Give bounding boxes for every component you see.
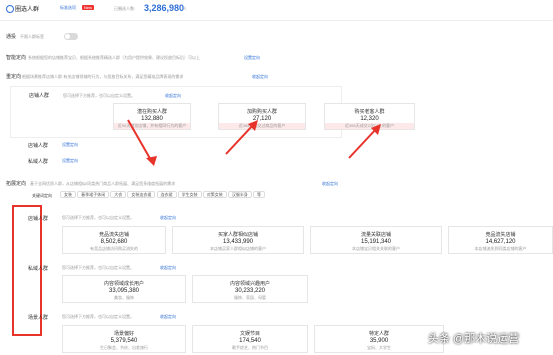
card-desc: 本店铺宝贝相关关联的客户: [352, 246, 400, 251]
card-value: 8,502,680: [100, 239, 128, 245]
smart-targeting-desc: 系统根据您的店铺推荐宝贝、根据系统推荐精选人群（为用户提供效果、建议投放目标后）…: [28, 55, 200, 60]
retargeting-desc: 根据场景推荐店铺人群·有关店铺领域的行为，与投放目标关系，满足您精准品牌表现的需…: [22, 74, 184, 79]
selected-count-value: 3,286,980: [144, 3, 185, 13]
card-desc: 生日聚会、节庆、出差旅行: [100, 345, 148, 350]
card-desc: 服饰、家居、母婴: [234, 295, 266, 300]
group-collapse-link[interactable]: 收起定向: [160, 314, 176, 320]
card-title: 购买老客人群: [354, 109, 385, 115]
card-desc: 本店铺流失到同类店铺的客户: [474, 246, 527, 251]
group-hint: 您可选择下方推荐，也可以自定义设置。: [62, 314, 134, 319]
keyword-tag[interactable]: 春季裙子休闲: [77, 191, 110, 198]
card-desc: 歌手综艺、热门节目: [232, 345, 268, 350]
crowd-card[interactable]: 特定人群 35,900 宝妈、大学生: [314, 325, 444, 353]
keyword-row: 关键词定向 女装 春季裙子休闲 大衣 女装连衣裙 连衣裙 学生女装 对策女装 汉…: [10, 190, 270, 202]
all-targeting-toggle[interactable]: [64, 33, 78, 40]
red-arrow-3: [348, 124, 381, 159]
keyword-tags: 女装 春季裙子休闲 大衣 女装连衣裙 连衣裙 学生女装 对策女装 汉服半身 等: [60, 191, 265, 198]
smart-targeting-link[interactable]: 设置定向: [244, 55, 260, 61]
group-label-private: 私域人群: [28, 266, 49, 272]
group-hint: 您可选择下方推荐，也可以自定义设置。: [62, 265, 134, 270]
card-value: 33,095,380: [108, 288, 140, 294]
crowd-card[interactable]: 文娱节目 174,540 歌手综艺、热门节目: [192, 325, 308, 353]
keyword-tag[interactable]: 等: [253, 191, 265, 198]
expand-targeting-label: 拓展定向: [6, 181, 27, 187]
group-collapse-link[interactable]: 收起定向: [160, 215, 176, 221]
keyword-tag[interactable]: 连衣裙: [156, 191, 177, 198]
red-arrow-1: [127, 119, 157, 166]
red-arrow-2: [225, 120, 258, 155]
standard-options-link[interactable]: 标准选项: [60, 5, 76, 11]
card-value: 35,900: [369, 338, 389, 344]
keyword-tag[interactable]: 对策女装: [202, 191, 227, 198]
shop-crowd-label: 店铺人群: [29, 93, 50, 99]
watermark: 头条 @那木说运营: [428, 333, 520, 345]
crowd-card[interactable]: 竞品流失店铺 8,502,680 有竞品店铺访问购买流失的: [62, 226, 166, 254]
card-desc: 宝妈、大学生: [367, 345, 391, 350]
card-value: 14,627,120: [485, 239, 516, 245]
retargeting-collapse-link[interactable]: 收起定向: [252, 74, 268, 80]
shop-crowd-hint: 您可选择下方推荐，也可以自定义设置。: [63, 93, 135, 98]
keyword-targeting-label: 关键词定向: [32, 193, 52, 198]
crowd-card[interactable]: 内容领域兴趣用户 30,233,220 服饰、家居、母婴: [192, 275, 308, 303]
keep-crowd-link[interactable]: 设置定向: [62, 142, 78, 148]
keyword-tag[interactable]: 大衣: [110, 191, 127, 198]
new-badge: New: [82, 5, 95, 10]
group-collapse-link[interactable]: 收起定向: [160, 265, 176, 271]
card-title: 内容领域成长用户: [103, 281, 144, 287]
group-label-shop: 店铺人群: [28, 216, 49, 222]
crowd-card[interactable]: 内容领域成长用户 33,095,380 美妆、服饰: [62, 275, 186, 303]
card-title: 竞品流失店铺: [98, 232, 129, 238]
keyword-tag[interactable]: 汉服半身: [227, 191, 252, 198]
card-value: 5,379,540: [110, 338, 138, 344]
crowd-card[interactable]: 买家人群相似店铺 13,433,990 本店铺买家人群相似店铺的客户: [172, 226, 304, 254]
expand-targeting-desc: 基于全网优质人群，从店铺相似/同类热门商品人群拓展、满足您多维度拓展的需求: [30, 181, 176, 186]
retargeting-label: 重定向: [6, 74, 22, 80]
card-title: 潜在购买人群: [136, 109, 167, 115]
card-title: 竞品流失店铺: [485, 232, 516, 238]
keyword-tag[interactable]: 学生女装: [177, 191, 202, 198]
card-title: 场景偏好: [113, 331, 134, 337]
radio-icon[interactable]: [6, 5, 14, 13]
keep-crowd-label: 店铺人群: [28, 143, 49, 149]
card-title: 流量关联店铺: [360, 232, 391, 238]
card-title: 特定人群: [368, 331, 389, 337]
card-desc: 本店铺买家人群相似店铺的客户: [210, 246, 266, 251]
private-crowd-link[interactable]: 设置定向: [62, 158, 78, 164]
crowd-card[interactable]: 场景偏好 5,379,540 生日聚会、节庆、出差旅行: [62, 325, 186, 353]
toggle-knob: [65, 34, 70, 39]
crowd-card[interactable]: 流量关联店铺 15,191,340 本店铺宝贝相关关联的客户: [310, 226, 442, 254]
selected-count-label: 已圈选人数:: [114, 6, 136, 11]
shop-crowd-collapse-link[interactable]: 收起定向: [165, 93, 181, 99]
all-targeting-label: 通投: [6, 34, 17, 40]
card-value: 15,191,340: [360, 239, 392, 245]
crowd-card[interactable]: 竞品流失店铺 14,627,120 本店铺流失到同类店铺的客户: [448, 226, 553, 254]
card-value: 30,233,220: [234, 288, 266, 294]
all-targeting-hint: 不限人群标签: [20, 34, 44, 39]
keyword-tag[interactable]: 女装连衣裙: [127, 191, 156, 198]
group-label-scene: 场景人群: [28, 315, 49, 321]
card-title: 文娱节目: [239, 331, 260, 337]
card-title: 买家人群相似店铺: [217, 232, 258, 238]
expand-targeting-collapse-link[interactable]: 收起定向: [322, 181, 338, 187]
private-crowd-label: 私域人群: [28, 159, 49, 165]
card-title: 内容领域兴趣用户: [229, 281, 270, 287]
card-value: 13,433,990: [222, 239, 254, 245]
card-title: 加购购买人群: [246, 109, 277, 115]
header-bar: 圈选人群 标准选项 New 已圈选人数: 3,286,980 人: [0, 0, 553, 21]
group-hint: 您可选择下方推荐，也可以自定义设置。: [62, 215, 134, 220]
selected-count-unit: 人: [183, 6, 187, 11]
keyword-tag[interactable]: 女装: [60, 191, 76, 198]
card-value: 174,540: [239, 338, 261, 344]
page-title: 圈选人群: [15, 7, 40, 13]
smart-targeting-label: 智能定向: [6, 55, 27, 61]
card-desc: 有竞品店铺访问购买流失的: [90, 246, 138, 251]
card-desc: 美妆、服饰: [114, 295, 134, 300]
